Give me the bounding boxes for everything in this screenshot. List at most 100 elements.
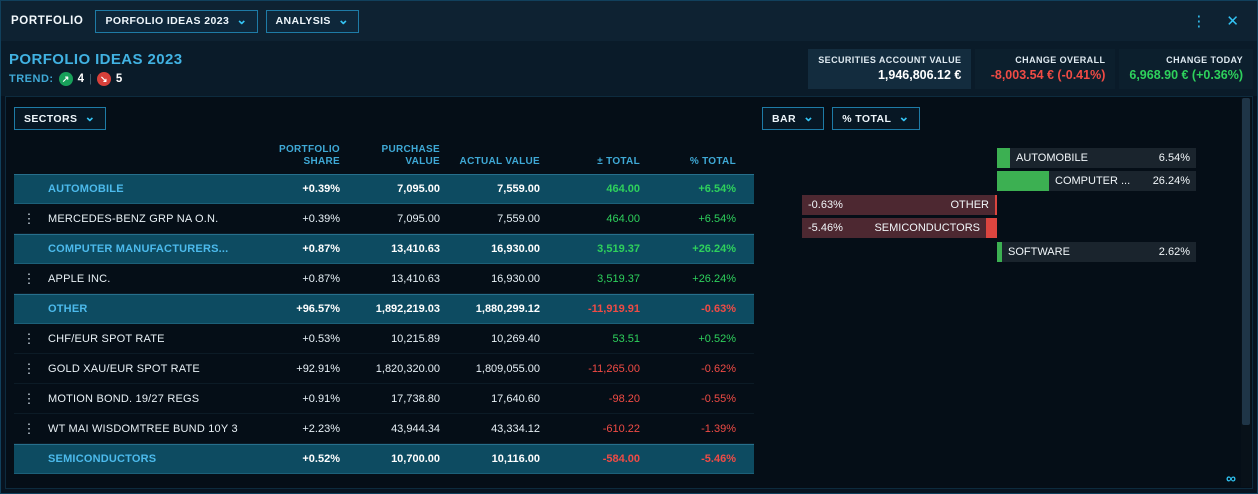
- portfolio-selector-dropdown[interactable]: PORFOLIO IDEAS 2023 ⌄: [95, 10, 257, 33]
- header-left: PORFOLIO IDEAS 2023 TREND: ↗ 4 | ↘ 5: [9, 51, 182, 86]
- column-header-percent-change: % TOTAL: [640, 156, 744, 168]
- instrument-row[interactable]: ⋮GOLD XAU/EUR SPOT RATE+92.91%1,820,320.…: [14, 354, 754, 384]
- row-name: MOTION BOND. 19/27 REGS: [48, 393, 199, 405]
- bar-segment-positive: [997, 148, 1010, 168]
- portfolio-share-cell: +92.91%: [240, 363, 340, 375]
- sector-row[interactable]: AUTOMOBILE+0.39%7,095.007,559.00464.00+6…: [14, 174, 754, 204]
- close-icon[interactable]: ✕: [1226, 14, 1239, 29]
- purchase-value-cell: 43,944.34: [340, 423, 440, 435]
- analysis-dropdown-label: ANALYSIS: [276, 15, 331, 27]
- row-menu-icon[interactable]: ⋮: [22, 331, 36, 347]
- total-change-cell: -584.00: [540, 453, 640, 465]
- purchase-value-cell: 10,215.89: [340, 333, 440, 345]
- stat-value: 1,946,806.12 €: [818, 68, 961, 82]
- sector-row[interactable]: COMPUTER MANUFACTURERS... +0.87%13,410.63…: [14, 234, 754, 264]
- bar-label-box: -5.46%SEMICONDUCTORS: [802, 218, 986, 238]
- positions-table: PORTFOLIO SHARE PURCHASE VALUE ACTUAL VA…: [14, 140, 754, 474]
- main-panel: SECTORS ⌄ PORTFOLIO SHARE PURCHASE VALUE…: [5, 96, 1253, 489]
- chevron-down-icon: ⌄: [84, 110, 95, 123]
- chevron-down-icon: ⌄: [803, 110, 814, 123]
- link-icon[interactable]: ∞: [1226, 470, 1236, 486]
- portfolio-share-cell: +0.87%: [240, 243, 340, 255]
- bar-label-box: -0.63%OTHER: [802, 195, 995, 215]
- bar-label-box: COMPUTER ...26.24%: [1049, 171, 1196, 191]
- row-name-cell: SEMICONDUCTORS: [14, 453, 240, 465]
- row-name-cell: ⋮ GOLD XAU/EUR SPOT RATE: [14, 361, 240, 377]
- purchase-value-cell: 13,410.63: [340, 243, 440, 255]
- row-menu-icon[interactable]: ⋮: [22, 391, 36, 407]
- chart-type-dropdown[interactable]: BAR ⌄: [762, 107, 824, 130]
- instrument-row[interactable]: ⋮APPLE INC.+0.87%13,410.6316,930.003,519…: [14, 264, 754, 294]
- table-body: AUTOMOBILE+0.39%7,095.007,559.00464.00+6…: [14, 174, 754, 474]
- bar-value: 26.24%: [1153, 175, 1190, 187]
- chart-metric-label: % TOTAL: [842, 113, 891, 125]
- row-name: AUTOMOBILE: [48, 183, 124, 195]
- sectors-dropdown[interactable]: SECTORS ⌄: [14, 107, 106, 130]
- kebab-menu-icon[interactable]: ⋮: [1191, 14, 1206, 29]
- analysis-dropdown[interactable]: ANALYSIS ⌄: [266, 10, 360, 33]
- vertical-scrollbar[interactable]: [1241, 98, 1251, 487]
- chart-metric-dropdown[interactable]: % TOTAL ⌄: [832, 107, 919, 130]
- percent-change-cell: +6.54%: [640, 213, 744, 225]
- percent-change-cell: -5.46%: [640, 453, 744, 465]
- chart-bar-row[interactable]: COMPUTER ...26.24%: [762, 171, 1196, 191]
- trend-separator: |: [89, 73, 92, 85]
- chart-type-label: BAR: [772, 113, 796, 125]
- row-name: APPLE INC.: [48, 273, 111, 285]
- portfolio-share-cell: +0.87%: [240, 273, 340, 285]
- row-menu-icon[interactable]: ⋮: [22, 211, 36, 227]
- row-name: GOLD XAU/EUR SPOT RATE: [48, 363, 200, 375]
- bar-label: SOFTWARE: [1008, 246, 1070, 258]
- row-name-cell: OTHER: [14, 303, 240, 315]
- total-change-cell: -610.22: [540, 423, 640, 435]
- sector-row[interactable]: SEMICONDUCTORS+0.52%10,700.0010,116.00-5…: [14, 444, 754, 474]
- bar-label: AUTOMOBILE: [1016, 152, 1088, 164]
- purchase-value-cell: 10,700.00: [340, 453, 440, 465]
- trend-label: TREND:: [9, 73, 54, 85]
- trend-row: TREND: ↗ 4 | ↘ 5: [9, 72, 182, 86]
- actual-value-cell: 1,880,299.12: [440, 303, 540, 315]
- total-change-cell: 53.51: [540, 333, 640, 345]
- chart-bar-row[interactable]: SOFTWARE2.62%: [762, 242, 1196, 262]
- chart-bar-row[interactable]: -0.63%OTHER: [762, 195, 1196, 215]
- percent-change-cell: +26.24%: [640, 273, 744, 285]
- actual-value-cell: 16,930.00: [440, 273, 540, 285]
- row-menu-icon[interactable]: ⋮: [22, 421, 36, 437]
- actual-value-cell: 10,116.00: [440, 453, 540, 465]
- actual-value-cell: 10,269.40: [440, 333, 540, 345]
- stat-label: SECURITIES ACCOUNT VALUE: [818, 55, 961, 65]
- purchase-value-cell: 17,738.80: [340, 393, 440, 405]
- change-today-stat: CHANGE TODAY 6,968.90 € (+0.36%): [1119, 49, 1253, 89]
- row-name: MERCEDES-BENZ GRP NA O.N.: [48, 213, 218, 225]
- percent-change-cell: -0.63%: [640, 303, 744, 315]
- row-name: COMPUTER MANUFACTURERS...: [48, 243, 228, 255]
- chart-toolbar: BAR ⌄ % TOTAL ⌄: [762, 107, 1252, 130]
- row-name-cell: ⋮ APPLE INC.: [14, 271, 240, 287]
- sector-row[interactable]: OTHER+96.57%1,892,219.031,880,299.12-11,…: [14, 294, 754, 324]
- instrument-row[interactable]: ⋮MOTION BOND. 19/27 REGS+0.91%17,738.801…: [14, 384, 754, 414]
- app-title: PORTFOLIO: [11, 15, 83, 27]
- portfolio-share-cell: +0.53%: [240, 333, 340, 345]
- purchase-value-cell: 13,410.63: [340, 273, 440, 285]
- total-change-cell: 464.00: [540, 213, 640, 225]
- bar-label-box: SOFTWARE2.62%: [1002, 242, 1196, 262]
- portfolio-share-cell: +2.23%: [240, 423, 340, 435]
- table-header: PORTFOLIO SHARE PURCHASE VALUE ACTUAL VA…: [14, 140, 754, 174]
- portfolio-window: PORTFOLIO PORFOLIO IDEAS 2023 ⌄ ANALYSIS…: [0, 0, 1258, 494]
- portfolio-share-cell: +96.57%: [240, 303, 340, 315]
- row-name-cell: ⋮CHF/EUR SPOT RATE: [14, 331, 240, 347]
- row-menu-icon[interactable]: ⋮: [22, 361, 36, 377]
- percent-change-cell: +26.24%: [640, 243, 744, 255]
- portfolio-share-cell: +0.91%: [240, 393, 340, 405]
- instrument-row[interactable]: ⋮MERCEDES-BENZ GRP NA O.N.+0.39%7,095.00…: [14, 204, 754, 234]
- purchase-value-cell: 1,892,219.03: [340, 303, 440, 315]
- instrument-row[interactable]: ⋮CHF/EUR SPOT RATE+0.53%10,215.8910,269.…: [14, 324, 754, 354]
- chart-bar-row[interactable]: AUTOMOBILE6.54%: [762, 148, 1196, 168]
- stat-label: CHANGE OVERALL: [985, 55, 1105, 65]
- row-menu-icon[interactable]: ⋮: [22, 271, 36, 287]
- instrument-row[interactable]: ⋮WT MAI WISDOMTREE BUND 10Y 3+2.23%43,94…: [14, 414, 754, 444]
- chart-bar-row[interactable]: -5.46%SEMICONDUCTORS: [762, 218, 1196, 238]
- change-overall-stat: CHANGE OVERALL -8,003.54 € (-0.41%): [975, 49, 1115, 89]
- scrollbar-thumb[interactable]: [1242, 98, 1250, 425]
- row-name-cell: ⋮WT MAI WISDOMTREE BUND 10Y 3: [14, 421, 240, 437]
